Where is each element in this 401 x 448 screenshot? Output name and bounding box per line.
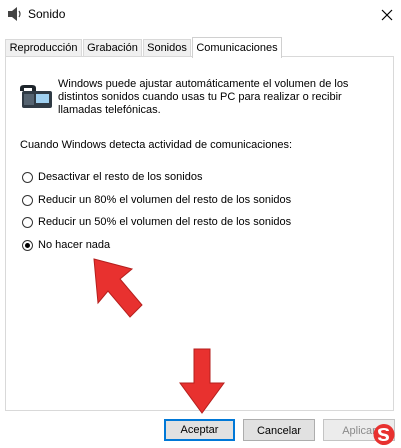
telephone-icon <box>20 85 52 108</box>
radio-button[interactable] <box>22 194 33 206</box>
option-reducir-80[interactable]: Reducir un 80% el volumen del resto de l… <box>22 192 291 208</box>
communications-description: Windows puede ajustar automáticamente el… <box>58 78 349 116</box>
option-label: Reducir un 80% el volumen del resto de l… <box>38 194 292 206</box>
option-label: Desactivar el resto de los sonidos <box>38 171 203 183</box>
watermark-logo-icon <box>373 424 395 445</box>
close-button[interactable] <box>372 0 401 30</box>
title-bar: Sonido <box>0 0 401 30</box>
close-icon <box>381 9 392 21</box>
option-no-hacer-nada[interactable]: No hacer nada <box>22 237 110 253</box>
option-label: No hacer nada <box>38 239 111 251</box>
tab-comunicaciones[interactable]: Comunicaciones <box>192 37 282 58</box>
annotation-arrow-icon <box>93 258 143 318</box>
radio-button[interactable] <box>22 216 33 228</box>
tab-reproduccion[interactable]: Reproducción <box>5 39 82 57</box>
option-label: Reducir un 50% el volumen del resto de l… <box>38 216 292 228</box>
option-desactivar[interactable]: Desactivar el resto de los sonidos <box>22 169 202 185</box>
tab-grabacion[interactable]: Grabación <box>83 39 142 57</box>
communications-heading: Cuando Windows detecta actividad de comu… <box>20 139 293 151</box>
speaker-icon <box>8 7 21 21</box>
cancel-button[interactable]: Cancelar <box>243 419 315 441</box>
tab-strip: Reproducción Grabación Sonidos Comunicac… <box>5 37 395 58</box>
radio-button-checked[interactable] <box>22 239 33 251</box>
radio-button[interactable] <box>22 171 33 183</box>
annotation-arrow-icon <box>179 348 225 414</box>
accept-button[interactable]: Aceptar <box>164 419 235 441</box>
option-reducir-50[interactable]: Reducir un 50% el volumen del resto de l… <box>22 214 291 230</box>
tab-sonidos[interactable]: Sonidos <box>143 39 191 57</box>
window-title: Sonido <box>28 7 66 21</box>
